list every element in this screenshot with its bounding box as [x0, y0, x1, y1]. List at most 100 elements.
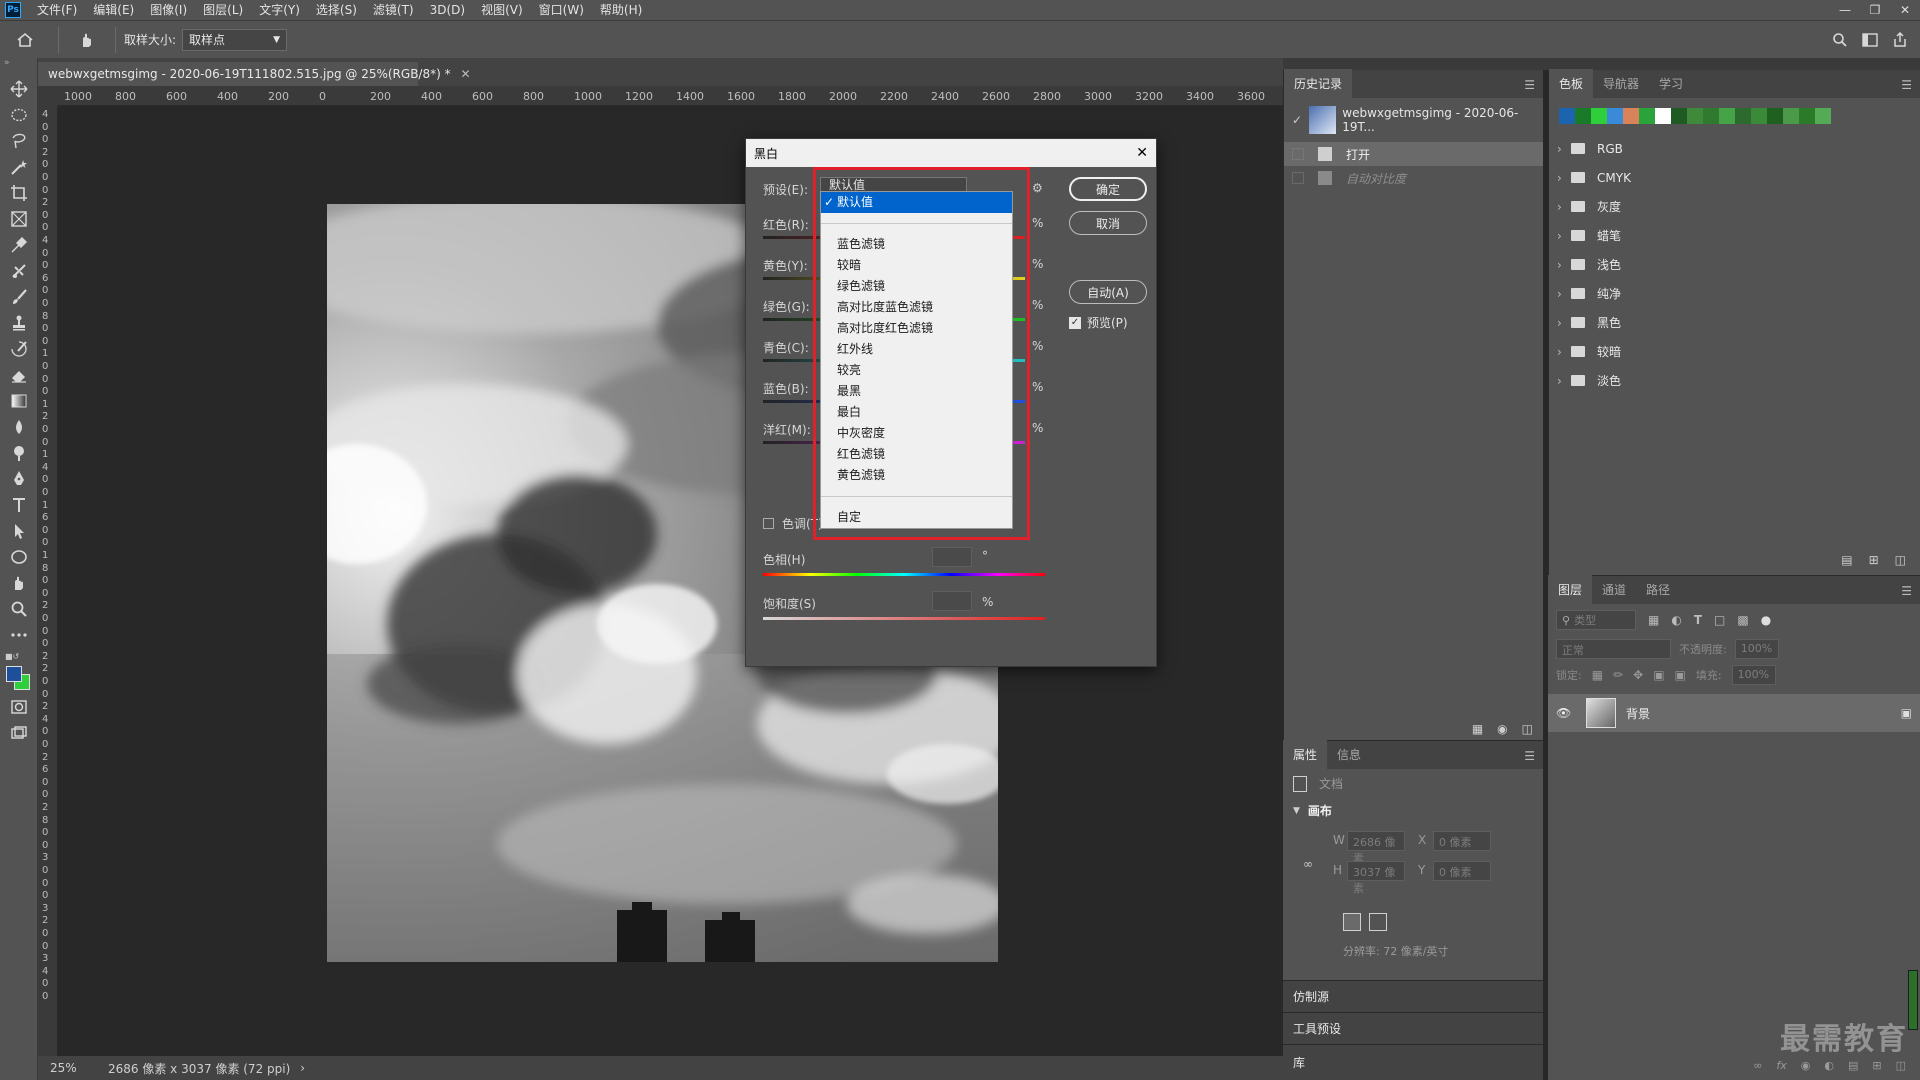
portrait-icon[interactable]	[1343, 913, 1361, 931]
menu-item[interactable]: 文件(F)	[29, 0, 85, 20]
tab-navigator[interactable]: 导航器	[1593, 69, 1649, 98]
foreground-color[interactable]	[6, 666, 22, 682]
menu-item[interactable]: 图像(I)	[142, 0, 195, 20]
tab-learn[interactable]: 学习	[1649, 69, 1693, 98]
tab-paths[interactable]: 路径	[1636, 575, 1680, 604]
home-icon[interactable]	[0, 27, 50, 53]
color-swatch[interactable]	[1671, 108, 1687, 124]
panel-menu-icon[interactable]: ☰	[1516, 72, 1543, 98]
menu-item[interactable]: 3D(D)	[422, 0, 473, 20]
camera-icon[interactable]: ◉	[1497, 722, 1507, 736]
default-colors-icon[interactable]: ■↺	[5, 652, 19, 661]
zoom-field[interactable]: 25%	[38, 1061, 98, 1075]
menu-item[interactable]: 图层(L)	[195, 0, 251, 20]
link-layers-icon[interactable]: ∞	[1753, 1059, 1762, 1072]
crop-tool-icon[interactable]	[0, 180, 38, 206]
adjustment-layer-icon[interactable]: ◐	[1824, 1059, 1834, 1072]
trash-icon[interactable]: ◫	[1522, 722, 1533, 736]
menu-item[interactable]: 视图(V)	[473, 0, 531, 20]
blur-tool-icon[interactable]	[0, 414, 38, 440]
smart-object-filter-icon[interactable]: ▩	[1737, 613, 1748, 627]
width-field[interactable]: 2686 像素	[1347, 831, 1405, 865]
magic-wand-tool-icon[interactable]	[0, 154, 38, 180]
eyedropper-hand-icon[interactable]	[67, 27, 107, 53]
scroll-indicator[interactable]	[1908, 970, 1918, 1030]
filter-toggle-icon[interactable]: ●	[1761, 613, 1771, 627]
color-swatch[interactable]	[1783, 108, 1799, 124]
color-swatch[interactable]	[1719, 108, 1735, 124]
dialog-title-bar[interactable]: 黑白 ✕	[746, 139, 1156, 167]
menu-item[interactable]: 窗口(W)	[531, 0, 592, 20]
mask-icon[interactable]: ◉	[1801, 1059, 1811, 1072]
color-swatch[interactable]	[1815, 108, 1831, 124]
frame-tool-icon[interactable]	[0, 206, 38, 232]
menu-item[interactable]: 文字(Y)	[251, 0, 308, 20]
auto-button[interactable]: 自动(A)	[1069, 280, 1147, 304]
shape-filter-icon[interactable]: □	[1714, 613, 1725, 627]
opacity-field[interactable]: 100%	[1734, 639, 1779, 659]
healing-tool-icon[interactable]	[0, 258, 38, 284]
history-step-autocontrast[interactable]: 自动对比度	[1284, 166, 1543, 190]
eye-icon[interactable]: 👁	[1556, 706, 1576, 720]
sample-size-select[interactable]: 取样点 ▼	[182, 28, 288, 51]
dodge-tool-icon[interactable]	[0, 440, 38, 466]
color-swatch[interactable]	[1591, 108, 1607, 124]
gradient-tool-icon[interactable]	[0, 388, 38, 414]
quick-mask-icon[interactable]	[0, 694, 38, 720]
ellipse-tool-icon[interactable]	[0, 544, 38, 570]
menu-item[interactable]: 选择(S)	[308, 0, 365, 20]
layer-filter-select[interactable]: ⚲ 类型	[1556, 610, 1636, 630]
x-field[interactable]: 0 像素	[1433, 831, 1491, 851]
document-tab[interactable]: webwxgetmsgimg - 2020-06-19T111802.515.j…	[38, 62, 471, 86]
swatch-folder[interactable]: › 浅色	[1549, 250, 1920, 279]
menu-item[interactable]: 编辑(E)	[85, 0, 142, 20]
saturation-slider[interactable]	[763, 617, 1045, 620]
hand-tool-icon[interactable]	[0, 570, 38, 596]
share-icon[interactable]	[1892, 31, 1908, 48]
lock-position-icon[interactable]: ✥	[1633, 668, 1643, 682]
color-swatch[interactable]	[1559, 108, 1575, 124]
new-layer-icon[interactable]: ⊞	[1872, 1059, 1881, 1072]
color-swatch[interactable]	[1767, 108, 1783, 124]
clone-source-panel[interactable]: 仿制源	[1283, 980, 1543, 1012]
tab-properties[interactable]: 属性	[1283, 740, 1328, 769]
restore-icon[interactable]: ❐	[1860, 0, 1890, 20]
panel-menu-icon[interactable]: ☰	[1893, 72, 1920, 98]
blend-mode-select[interactable]: 正常	[1556, 639, 1671, 659]
close-tab-icon[interactable]: ✕	[460, 67, 470, 81]
tab-layers[interactable]: 图层	[1548, 575, 1593, 604]
color-swatch[interactable]	[1639, 108, 1655, 124]
eraser-tool-icon[interactable]	[0, 362, 38, 388]
color-swatch[interactable]	[1735, 108, 1751, 124]
hue-slider[interactable]	[763, 573, 1045, 576]
path-selection-tool-icon[interactable]	[0, 518, 38, 544]
history-brush-tool-icon[interactable]	[0, 336, 38, 362]
tab-channels[interactable]: 通道	[1592, 575, 1636, 604]
close-icon[interactable]: ✕	[1136, 145, 1148, 161]
layer-row-background[interactable]: 👁 背景 ▣	[1548, 694, 1920, 732]
swatch-folder[interactable]: › 灰度	[1549, 192, 1920, 221]
swatch-folder[interactable]: › 蜡笔	[1549, 221, 1920, 250]
history-step-open[interactable]: 打开	[1284, 142, 1543, 166]
swatch-folder[interactable]: › 淡色	[1549, 366, 1920, 395]
preview-checkbox[interactable]: ✓	[1069, 316, 1081, 329]
color-swatch[interactable]	[1703, 108, 1719, 124]
type-tool-icon[interactable]	[0, 492, 38, 518]
height-field[interactable]: 3037 像素	[1347, 861, 1405, 895]
tint-checkbox[interactable]	[763, 518, 774, 529]
history-snapshot[interactable]: ✓ webwxgetmsgimg - 2020-06-19T...	[1284, 98, 1543, 142]
swatch-folder[interactable]: › 较暗	[1549, 337, 1920, 366]
eyedropper-tool-icon[interactable]	[0, 232, 38, 258]
screen-mode-icon[interactable]	[0, 720, 38, 746]
workspace-icon[interactable]	[1862, 32, 1878, 47]
link-icon[interactable]: ∞	[1303, 857, 1313, 871]
menu-item[interactable]: 帮助(H)	[592, 0, 650, 20]
canvas-section-header[interactable]: ▼ 画布	[1283, 798, 1543, 823]
ok-button[interactable]: 确定	[1069, 177, 1147, 201]
tab-history[interactable]: 历史记录	[1284, 69, 1353, 98]
move-tool-icon[interactable]	[0, 76, 38, 102]
swatch-folder[interactable]: › CMYK	[1549, 163, 1920, 192]
type-filter-icon[interactable]: T	[1694, 613, 1702, 627]
color-swatch[interactable]	[1655, 108, 1671, 124]
marquee-tool-icon[interactable]	[0, 102, 38, 128]
